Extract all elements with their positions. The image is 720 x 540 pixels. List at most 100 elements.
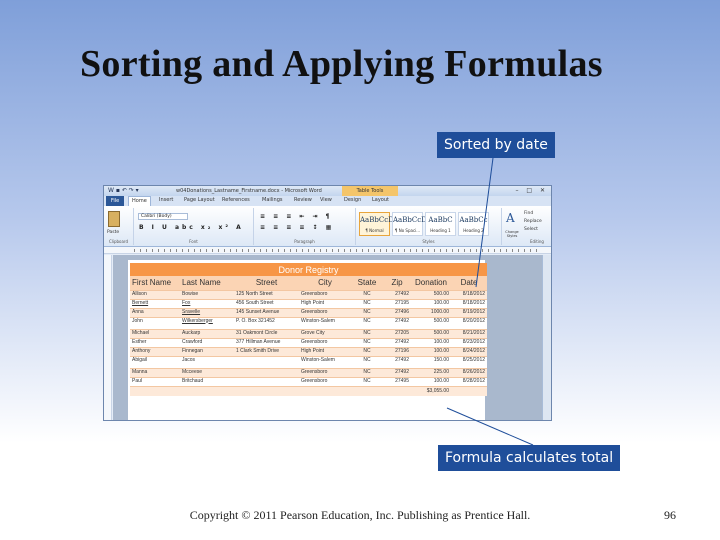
table-cell[interactable] <box>234 355 299 368</box>
table-cell[interactable]: 27492 <box>383 355 411 368</box>
table-cell[interactable]: High Point <box>299 298 351 308</box>
table-cell[interactable]: 8/20/2012 <box>451 316 488 329</box>
find-button[interactable]: Find <box>524 211 533 216</box>
table-cell[interactable]: Paul <box>130 376 180 386</box>
table-cell[interactable]: 500.00 <box>411 316 451 329</box>
table-cell[interactable]: 8/19/2012 <box>451 307 488 317</box>
table-row[interactable]: Anthony Finnegan 1 Clark Smith Drive High P… <box>130 346 488 356</box>
table-cell[interactable]: 1000.00 <box>411 307 451 317</box>
tab-mailings[interactable]: Mailings <box>262 197 283 203</box>
style-normal[interactable]: AaBbCcDc ¶ No Spaci... <box>392 212 431 236</box>
tab-view[interactable]: View <box>320 197 332 203</box>
table-cell[interactable]: Winston-Salem <box>299 355 351 368</box>
table-cell[interactable]: Greensboro <box>299 289 351 299</box>
table-cell[interactable]: 8/18/2012 <box>451 298 488 308</box>
table-cell[interactable]: Bowise <box>180 289 234 299</box>
table-cell[interactable]: Mcceese <box>180 367 234 377</box>
change-styles-label[interactable]: Change Styles <box>502 230 522 238</box>
table-cell[interactable]: Sravelle <box>180 307 234 317</box>
table-cell[interactable]: NC <box>351 376 383 386</box>
style-heading-1[interactable]: AaBbC Heading 1 <box>425 212 456 236</box>
table-cell[interactable] <box>234 376 299 386</box>
table-cell[interactable]: 8/18/2012 <box>451 289 488 299</box>
table-cell[interactable]: Manna <box>130 367 180 377</box>
table-cell[interactable]: 100.00 <box>411 346 451 356</box>
table-cell[interactable]: NC <box>351 337 383 347</box>
table-cell[interactable]: Finnegan <box>180 346 234 356</box>
table-cell[interactable]: 500.00 <box>411 289 451 299</box>
table-cell[interactable]: 125 North Street <box>234 289 299 299</box>
select-button[interactable]: Select <box>524 227 538 232</box>
table-cell[interactable]: 1 Clark Smith Drive <box>234 346 299 356</box>
table-cell[interactable]: NC <box>351 346 383 356</box>
table-cell[interactable]: 8/24/2012 <box>451 346 488 356</box>
total-donation[interactable]: $3,055.00 <box>411 385 451 396</box>
table-cell[interactable]: Jacos <box>180 355 234 368</box>
table-cell[interactable]: Crawford <box>180 337 234 347</box>
table-cell[interactable]: Anthony <box>130 346 180 356</box>
table-cell[interactable]: 225.00 <box>411 367 451 377</box>
table-cell[interactable]: 27492 <box>383 316 411 329</box>
vertical-scrollbar[interactable] <box>542 255 551 420</box>
table-row[interactable]: John Wilkersberger P. O. Box 321452 Winston… <box>130 316 488 329</box>
table-cell[interactable]: NC <box>351 289 383 299</box>
replace-button[interactable]: Replace <box>524 219 542 224</box>
vertical-ruler[interactable] <box>104 255 112 420</box>
font-name-box[interactable]: Calibri (Body) <box>138 213 188 220</box>
table-cell[interactable]: 8/21/2012 <box>451 328 488 338</box>
table-cell[interactable]: Bernett <box>130 298 180 308</box>
table-cell[interactable]: Esther <box>130 337 180 347</box>
table-cell[interactable]: 27492 <box>383 337 411 347</box>
table-cell[interactable]: Greensboro <box>299 337 351 347</box>
table-row[interactable]: Anna Sravelle 145 Sunset Avenue Greensboro N… <box>130 307 488 317</box>
table-cell[interactable]: 100.00 <box>411 298 451 308</box>
table-cell[interactable]: 27205 <box>383 328 411 338</box>
table-cell[interactable]: NC <box>351 298 383 308</box>
table-cell[interactable]: 8/28/2012 <box>451 376 488 386</box>
table-row[interactable]: Michael Auckarp 31 Oakmont Circle Grove Cit… <box>130 328 488 338</box>
table-cell[interactable]: Winston-Salem <box>299 316 351 329</box>
table-cell[interactable]: 27196 <box>383 346 411 356</box>
paste-icon[interactable] <box>108 211 120 227</box>
table-cell[interactable]: Britchaud <box>180 376 234 386</box>
tab-review[interactable]: Review <box>294 197 312 203</box>
table-cell[interactable]: Greensboro <box>299 367 351 377</box>
table-cell[interactable]: Auckarp <box>180 328 234 338</box>
align-buttons[interactable]: ≡ ≡ ≡ ≡ ↕ ▦ <box>260 224 334 231</box>
table-cell[interactable]: NC <box>351 307 383 317</box>
table-cell[interactable]: 8/23/2012 <box>451 337 488 347</box>
table-row[interactable]: Abigail Jacos Winston-Salem NC 27492 150.00 8/… <box>130 355 488 368</box>
table-cell[interactable]: High Point <box>299 346 351 356</box>
table-cell[interactable]: NC <box>351 316 383 329</box>
table-cell[interactable]: 377 Hillman Avenue <box>234 337 299 347</box>
tab-references[interactable]: References <box>222 197 250 203</box>
table-cell[interactable]: NC <box>351 367 383 377</box>
table-cell[interactable]: 27492 <box>383 289 411 299</box>
style-heading-2[interactable]: AaBbCc Heading 2 <box>458 212 489 236</box>
tab-page-layout[interactable]: Page Layout <box>184 197 215 203</box>
table-cell[interactable]: 27495 <box>383 376 411 386</box>
table-cell[interactable]: Abigail <box>130 355 180 368</box>
table-cell[interactable]: Anna <box>130 307 180 317</box>
tab-home[interactable]: Home <box>128 196 151 206</box>
table-cell[interactable]: Wilkersberger <box>180 316 234 329</box>
tab-layout[interactable]: Layout <box>372 197 389 203</box>
table-cell[interactable]: NC <box>351 328 383 338</box>
table-cell[interactable]: 27492 <box>383 367 411 377</box>
table-cell[interactable]: 27496 <box>383 307 411 317</box>
table-row[interactable]: Bernett Fox 456 South Street High Point NC 27… <box>130 298 488 308</box>
table-cell[interactable]: 150.00 <box>411 355 451 368</box>
tab-insert[interactable]: Insert <box>159 197 173 203</box>
table-cell[interactable]: Grove City <box>299 328 351 338</box>
table-cell[interactable]: 100.00 <box>411 376 451 386</box>
table-cell[interactable]: 500.00 <box>411 328 451 338</box>
table-row[interactable]: Allison Bowise 125 North Street Greensboro N… <box>130 289 488 299</box>
table-cell[interactable] <box>234 367 299 377</box>
table-row[interactable]: Esther Crawford 377 Hillman Avenue Greensbo… <box>130 337 488 347</box>
table-cell[interactable]: P. O. Box 321452 <box>234 316 299 329</box>
horizontal-ruler[interactable] <box>104 247 551 254</box>
table-cell[interactable]: 31 Oakmont Circle <box>234 328 299 338</box>
table-cell[interactable]: Greensboro <box>299 307 351 317</box>
change-styles-icon[interactable]: A <box>506 211 515 225</box>
tab-file[interactable]: File <box>106 196 124 206</box>
